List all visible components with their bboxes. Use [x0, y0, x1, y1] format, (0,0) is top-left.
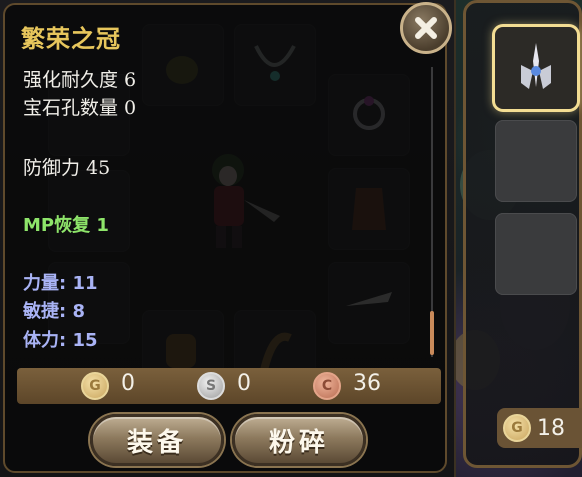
- crown-icon: [521, 43, 551, 89]
- stat-enhance-durability: 强化耐久度 6: [23, 69, 137, 91]
- tooltip-scrollbar[interactable]: [430, 67, 434, 357]
- price-gold: 0: [121, 371, 135, 396]
- gold-balance: G 18: [497, 408, 582, 448]
- gold-coin-icon: G: [503, 414, 531, 442]
- price-copper: 36: [353, 371, 381, 396]
- copper-coin-glyph: C: [321, 378, 333, 394]
- stat-agility: 敏捷: 8: [23, 301, 85, 322]
- silver-coin-icon: S: [197, 372, 225, 400]
- stat-defense: 防御力 45: [23, 157, 111, 179]
- stat-vitality: 体力: 15: [23, 330, 98, 351]
- close-icon: [415, 17, 437, 39]
- inventory-slot-empty[interactable]: [495, 120, 577, 202]
- item-tooltip: 繁荣之冠 强化耐久度 6 宝石孔数量 0 防御力 45 MP恢复 1 力量: 1…: [3, 3, 447, 473]
- close-button[interactable]: [400, 2, 452, 54]
- stat-strength: 力量: 11: [23, 273, 98, 294]
- equip-button[interactable]: 装备: [90, 414, 224, 466]
- sell-price-bar: G 0 S 0 C 36: [17, 368, 441, 404]
- price-silver: 0: [237, 371, 251, 396]
- silver-coin-glyph: S: [205, 378, 217, 394]
- copper-coin-icon: C: [313, 372, 341, 400]
- stat-gem-slots: 宝石孔数量 0: [23, 97, 137, 119]
- stat-mp-recovery: MP恢复 1: [23, 215, 109, 236]
- scrollbar-thumb[interactable]: [430, 311, 434, 355]
- gold-coin-glyph: G: [89, 378, 101, 394]
- inventory-slot-selected[interactable]: [495, 27, 577, 109]
- item-name: 繁荣之冠: [21, 24, 121, 53]
- smash-button[interactable]: 粉碎: [232, 414, 366, 466]
- inventory-slot-empty[interactable]: [495, 213, 577, 295]
- gold-amount: 18: [537, 415, 565, 441]
- gold-coin-icon: G: [81, 372, 109, 400]
- gold-coin-glyph: G: [511, 420, 523, 436]
